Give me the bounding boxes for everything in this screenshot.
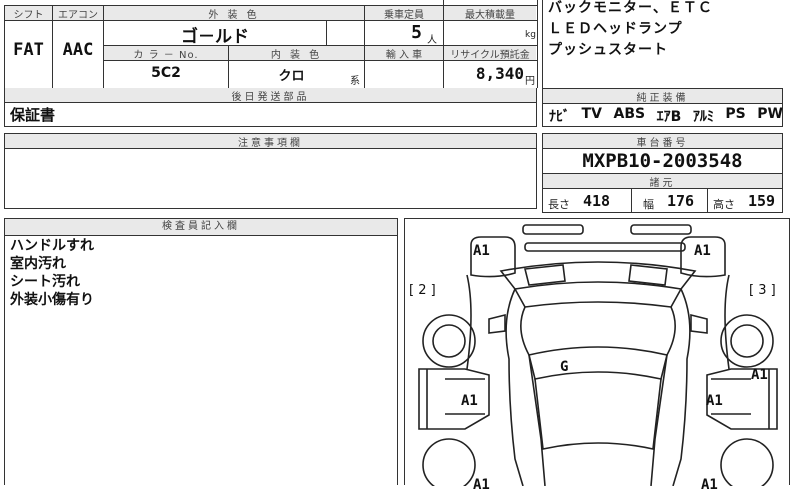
later-items-box: 後日発送部品 保証書 (4, 88, 537, 127)
damage-mark-front-right: A1 (694, 243, 711, 259)
damage-mark-left-door: A1 (461, 393, 478, 409)
recycle-value: 8,340 (475, 64, 524, 83)
right-side-tag: [ 3 ] (749, 283, 776, 298)
import-label: 輸 入 車 (365, 46, 443, 61)
shift-value: FAT (13, 40, 44, 60)
damage-mark-right-side: A1 (751, 367, 768, 383)
damage-mark-right-door: A1 (706, 393, 723, 409)
inspector-box: 検査員記入欄 ハンドルすれ 室内汚れ シート汚れ 外装小傷有り (4, 218, 398, 485)
damage-mark-rear-left: A1 (473, 477, 490, 493)
left-side-tag: [ 2 ] (409, 283, 436, 298)
capacity-label: 乗車定員 (365, 6, 443, 21)
feature-line: ＬＥＤヘッドランプ (548, 21, 683, 37)
damage-mark-front-left: A1 (473, 243, 490, 259)
aircon-label: エアコン (53, 6, 103, 21)
inspector-note: シート汚れ (10, 274, 80, 290)
equipment-abs: ABS (613, 106, 646, 122)
feature-line: バックモニター、ＥＴＣ (548, 0, 713, 16)
capacity-unit: 人 (427, 35, 437, 46)
length-label: 長さ (548, 198, 570, 211)
equipment-airbag: ｴｱB (656, 109, 682, 125)
shift-label: シフト (5, 6, 52, 21)
capacity-value: 5 (411, 22, 422, 43)
equipment-navi: ﾅﾋﾞ (549, 109, 570, 125)
later-items-value: 保証書 (10, 106, 56, 124)
features-list: バックモニター、ＥＴＣ ＬＥＤヘッドランプ プッシュスタート (548, 0, 713, 61)
remarks-header: 注意事項欄 (5, 134, 536, 149)
equipment-tv: TV (581, 106, 602, 122)
interior-suffix: 系 (350, 76, 360, 87)
chassis-number: MXPB10-2003548 (582, 150, 743, 172)
chassis-header: 車台番号 (543, 134, 782, 149)
interior-color-label: 内 装 色 (229, 46, 364, 61)
equipment-ps: PS (725, 106, 746, 122)
length-value: 418 (583, 192, 611, 210)
car-outline-icon (418, 224, 778, 486)
car-damage-diagram: A1 A1 G A1 A1 A1 A1 A1 [ 2 ] [ 3 ] (404, 218, 790, 493)
height-value: 159 (748, 192, 776, 210)
damage-mark-roof: G (560, 359, 569, 375)
genuine-equipment-header: 純正装備 (543, 89, 782, 104)
inspector-note: ハンドルすれ (10, 238, 94, 254)
aircon-value: AAC (62, 40, 94, 60)
remarks-box: 注意事項欄 (4, 133, 537, 209)
chassis-box: 車台番号 MXPB10-2003548 諸元 長さ 418 幅 176 高さ 1… (542, 133, 783, 213)
exterior-color-label: 外 装 色 (104, 6, 364, 21)
equipment-alloy: ｱﾙﾐ (692, 109, 714, 125)
max-load-unit: kg (525, 30, 536, 40)
equipment-pw: PW (757, 106, 783, 122)
color-no-label: カ ラ － No. (104, 46, 228, 61)
color-no-value: 5C2 (151, 65, 181, 81)
recycle-unit: 円 (525, 76, 535, 87)
inspector-header: 検査員記入欄 (5, 219, 397, 236)
later-items-header: 後日発送部品 (5, 88, 536, 103)
interior-color-value: クロ (278, 69, 305, 84)
max-load-label: 最大積載量 (444, 6, 536, 21)
inspector-note: 室内汚れ (10, 256, 66, 272)
inspector-note: 外装小傷有り (10, 292, 94, 308)
specs-header: 諸元 (543, 173, 782, 189)
genuine-equipment-box: 純正装備 ﾅﾋﾞ TV ABS ｴｱB ｱﾙﾐ PS PW (542, 88, 783, 127)
recycle-label: リサイクル預託金 (444, 46, 536, 61)
height-label: 高さ (713, 198, 735, 211)
exterior-color-value: ゴ－ルド (181, 27, 249, 47)
width-label: 幅 (643, 198, 654, 211)
width-value: 176 (667, 192, 695, 210)
damage-mark-rear-right: A1 (701, 477, 718, 493)
feature-line: プッシュスタート (548, 42, 668, 58)
